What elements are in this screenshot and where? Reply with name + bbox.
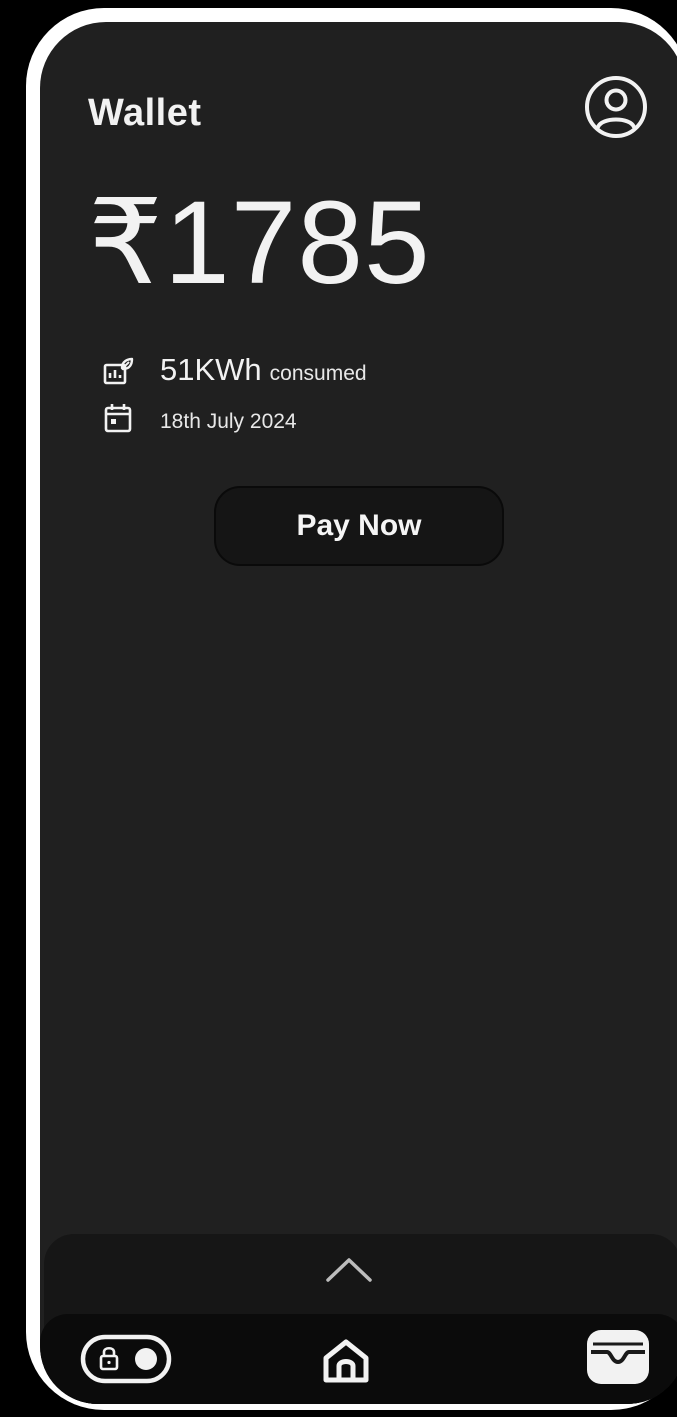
wallet-amount: ₹1785 [88,177,431,309]
wallet-icon [587,1330,649,1384]
calendar-icon [104,404,132,433]
home-icon [323,1339,369,1383]
energy-label: consumed [269,362,367,385]
date-row: 18th July 2024 [160,410,297,434]
nav-wallet[interactable] [585,1328,651,1391]
bottom-navbar [40,1314,677,1404]
energy-consumed-row: 51KWh consumed [160,352,367,388]
drawer-expand-button[interactable] [324,1252,374,1286]
nav-lock-toggle[interactable] [80,1334,172,1389]
energy-value: 51KWh [160,352,262,387]
page-title: Wallet [88,92,202,134]
pay-now-button[interactable]: Pay Now [214,486,504,566]
bill-date: 18th July 2024 [160,410,297,433]
nav-home[interactable] [321,1338,371,1389]
chevron-up-icon [326,1258,372,1282]
user-circle-icon [585,76,647,138]
lock-toggle-icon [80,1334,172,1384]
app-screen: Wallet ₹1785 51KWh consumed 18th July 20… [40,22,677,1404]
profile-button[interactable] [583,74,649,140]
eco-energy-chart-icon [103,357,134,385]
